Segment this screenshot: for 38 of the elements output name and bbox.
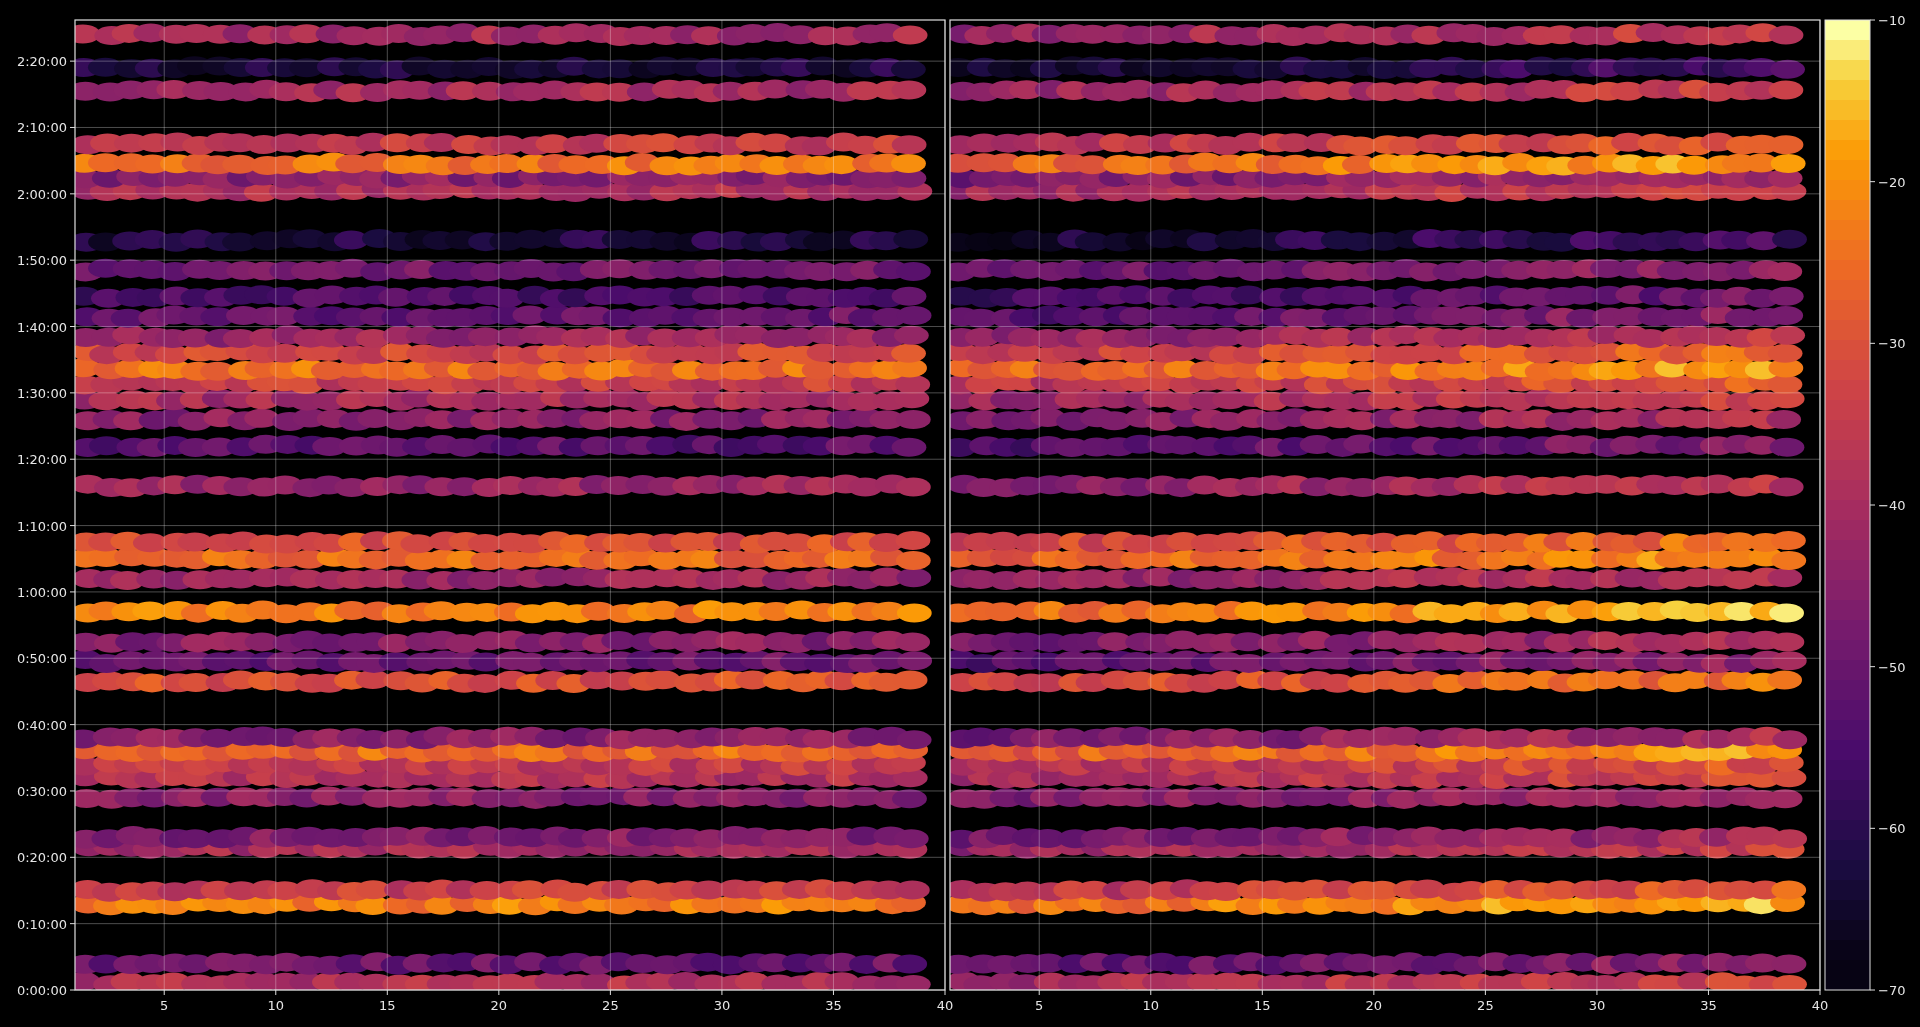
x-tick-label: 15	[1254, 998, 1271, 1013]
colorbar-tick-label: −50	[1878, 659, 1906, 675]
y-tick-label: 1:20:00	[16, 452, 67, 468]
x-tick-label: 30	[1588, 998, 1606, 1013]
y-tick-label: 0:20:00	[16, 850, 67, 866]
x-tick-label: 10	[267, 998, 285, 1013]
x-tick-label: 25	[1477, 998, 1494, 1013]
colorbar-tick-label: −10	[1878, 13, 1906, 28]
y-tick-label: 0:40:00	[16, 717, 67, 733]
colorbar-tick-label: −60	[1878, 821, 1906, 837]
colorbar-tick-label: −70	[1878, 983, 1906, 998]
x-tick-label: 25	[602, 998, 619, 1013]
x-tick-label: 40	[936, 998, 954, 1013]
y-tick-label: 0:10:00	[16, 916, 67, 932]
y-tick-label: 1:30:00	[16, 385, 67, 401]
y-tick-label: 1:50:00	[16, 253, 67, 269]
y-tick-label: 2:00:00	[16, 186, 67, 202]
x-tick-label: 10	[1142, 998, 1160, 1013]
colorbar-tick-label: −40	[1878, 498, 1906, 513]
x-tick-label: 15	[379, 998, 396, 1013]
y-tick-label: 0:00:00	[16, 983, 67, 998]
x-tick-label: 40	[1811, 998, 1829, 1013]
y-tick-label: 0:50:00	[16, 651, 67, 667]
x-tick-label: 5	[1035, 998, 1044, 1013]
y-tick-label: 2:10:00	[16, 120, 67, 136]
x-tick-label: 20	[490, 998, 508, 1013]
colorbar-tick-label: −20	[1878, 174, 1906, 190]
x-tick-label: 5	[160, 998, 169, 1013]
y-tick-label: 1:00:00	[16, 584, 67, 600]
colorbar-tick-label: −30	[1878, 336, 1906, 352]
x-tick-label: 35	[825, 998, 842, 1013]
x-tick-label: 35	[1700, 998, 1717, 1013]
y-tick-label: 1:40:00	[16, 319, 67, 335]
x-tick-label: 30	[713, 998, 731, 1013]
y-tick-label: 1:10:00	[16, 518, 67, 534]
y-tick-label: 0:30:00	[16, 783, 67, 799]
y-tick-label: 2:20:00	[16, 54, 67, 70]
x-tick-label: 20	[1365, 998, 1383, 1013]
